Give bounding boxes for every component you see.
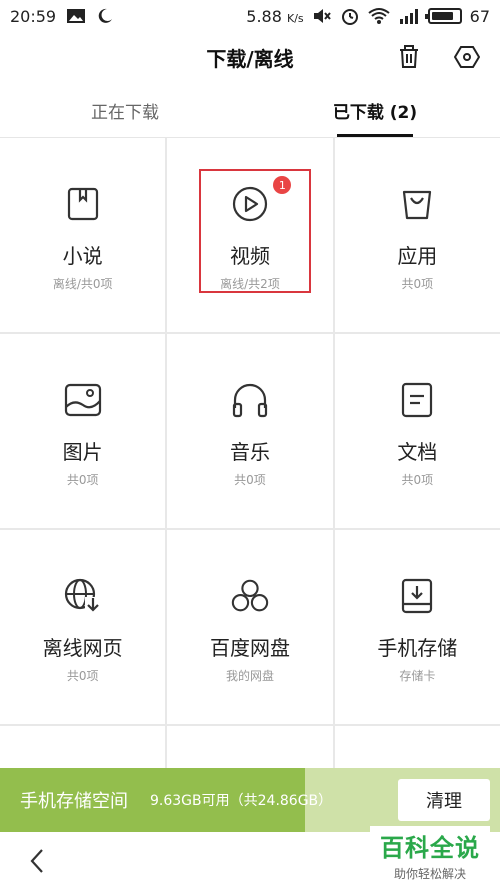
network-speed: 5.88 K/s [246,6,304,26]
battery-icon [424,8,462,24]
category-documents[interactable]: 文档 共0项 [334,334,500,528]
bag-icon [397,184,437,224]
chevron-left-icon [30,849,43,873]
category-novel[interactable]: 小说 离线/共0项 [0,138,166,332]
grid-empty-cell [0,726,166,774]
storage-bar: 手机存储空间 9.63GB可用（共24.86GB） 清理 [0,768,500,832]
moon-icon [96,7,114,25]
back-button[interactable] [22,846,52,876]
delete-button[interactable] [394,42,424,72]
wifi-icon [368,7,390,25]
tab-downloaded[interactable]: 已下载 (2) [250,84,500,137]
tab-bar: 正在下载 已下载 (2) [0,84,500,138]
document-icon [397,380,437,420]
globe-download-icon [63,576,103,616]
book-icon [63,184,103,224]
storage-info: 9.63GB可用（共24.86GB） [150,793,333,809]
status-time: 20:59 [10,6,57,26]
page-header: 下载/离线 [0,32,500,82]
grid-empty-cell [167,726,333,774]
category-grid: 小说 离线/共0项 1 视频 离线/共2项 应用 共0项 图片 共0项 音乐 共… [0,138,500,774]
category-baidu-netdisk[interactable]: 百度网盘 我的网盘 [167,530,333,724]
storage-download-icon [397,576,437,616]
active-tab-indicator [337,134,413,137]
storage-label: 手机存储空间 [20,791,128,812]
watermark-logo: 百科全说 助你轻松解决 [370,826,490,884]
battery-level: 67 [469,6,490,26]
gallery-notification-icon [66,8,86,24]
grid-empty-cell [334,726,500,774]
trash-icon [400,45,418,68]
category-images[interactable]: 图片 共0项 [0,334,166,528]
signal-icon [398,7,420,25]
headphones-icon [230,380,270,420]
status-bar: 20:59 5.88 K/s 67 [0,0,500,32]
image-icon [63,380,103,420]
notification-badge: 1 [273,176,292,194]
category-music[interactable]: 音乐 共0项 [167,334,333,528]
clean-button[interactable]: 清理 [398,779,490,821]
alarm-icon [340,6,360,26]
play-icon [230,184,270,224]
category-offline-web[interactable]: 离线网页 共0项 [0,530,166,724]
tab-downloading[interactable]: 正在下载 [0,84,250,137]
page-title: 下载/离线 [206,46,294,71]
settings-button[interactable] [452,42,482,72]
category-phone-storage[interactable]: 手机存储 存储卡 [334,530,500,724]
category-video[interactable]: 1 视频 离线/共2项 [167,138,333,332]
mute-icon [312,7,332,25]
cloud-circles-icon [230,576,270,616]
hexagon-settings-icon [454,46,480,68]
category-apps[interactable]: 应用 共0项 [334,138,500,332]
